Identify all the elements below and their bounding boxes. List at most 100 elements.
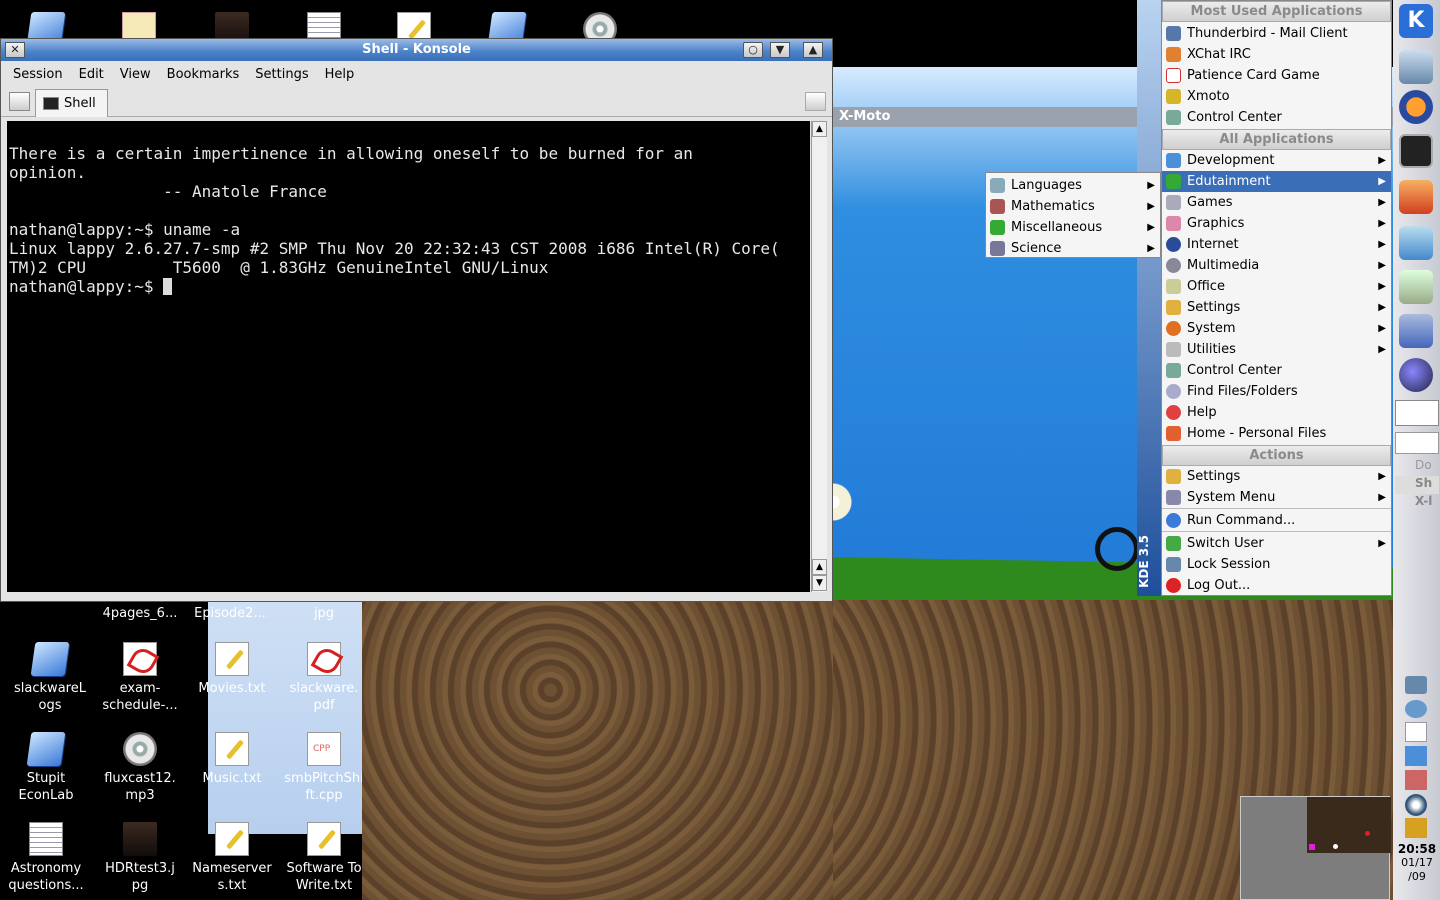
firefox-icon[interactable]: [1399, 90, 1433, 124]
menu-settings[interactable]: Settings: [247, 67, 316, 82]
pager-desktop-2[interactable]: [1395, 432, 1439, 454]
text-editor-icon[interactable]: [1399, 226, 1433, 260]
desktop-icon-4pages[interactable]: 4pages_6...: [94, 605, 186, 622]
home-icon: [1166, 426, 1181, 441]
desktop-icon-stupit-econlab[interactable]: Stupit EconLab: [0, 732, 92, 804]
terminal-scrollbar[interactable]: ▲ ▲ ▼: [811, 121, 827, 592]
konsole-window[interactable]: ✕ Shell - Konsole ○ ▼ ▲ Session Edit Vie…: [0, 38, 833, 602]
desktop-icon-nameservers[interactable]: Nameservers.txt: [186, 822, 278, 894]
pencil-icon[interactable]: [1399, 314, 1433, 348]
menu-help[interactable]: Help: [317, 67, 363, 82]
eclipse-icon[interactable]: [1399, 358, 1433, 392]
menu-item-thunderbird[interactable]: Thunderbird - Mail Client: [1162, 23, 1391, 44]
desktop-icon-slackwarelogs[interactable]: slackwareLogs: [4, 642, 96, 714]
menu-bookmarks[interactable]: Bookmarks: [159, 67, 248, 82]
konsole-titlebar[interactable]: ✕ Shell - Konsole ○ ▼ ▲: [1, 39, 832, 61]
chevron-right-icon: ▶: [1147, 243, 1155, 254]
home-icon[interactable]: [1399, 180, 1433, 214]
desktop-icon-smbpitchshift[interactable]: smbPitchShift.cpp: [278, 732, 370, 804]
taskbar-item-do[interactable]: Do: [1395, 458, 1439, 476]
menu-item-patience[interactable]: Patience Card Game: [1162, 65, 1391, 86]
menu-item-label: XChat IRC: [1187, 47, 1251, 62]
desktop-icon-jpg[interactable]: jpg: [278, 605, 370, 622]
klipper-icon[interactable]: [1405, 722, 1427, 742]
menu-item-log-out[interactable]: Log Out...: [1162, 575, 1391, 596]
menu-item-home[interactable]: Home - Personal Files: [1162, 423, 1391, 444]
menu-item-edutainment[interactable]: Edutainment ▶: [1162, 171, 1391, 192]
desktop-icon-hdrtest[interactable]: HDRtest3.jpg: [94, 822, 186, 894]
chevron-right-icon: ▶: [1147, 201, 1155, 212]
scroll-up-arrow-bottom[interactable]: ▲: [812, 559, 827, 575]
network-icon[interactable]: [1405, 746, 1427, 766]
menu-item-find-files[interactable]: Find Files/Folders: [1162, 381, 1391, 402]
desktop-icon-exam-schedule[interactable]: exam-schedule-...: [94, 642, 186, 714]
taskbar-item-sh[interactable]: Sh: [1395, 476, 1439, 494]
desktop-icon-episode2[interactable]: Episode2...: [184, 605, 276, 622]
folder-icon: [30, 642, 70, 676]
maximize-button[interactable]: ▲: [803, 42, 823, 58]
tab-shell[interactable]: Shell: [35, 89, 108, 117]
battery-icon[interactable]: [1405, 676, 1427, 694]
menu-item-internet[interactable]: Internet ▶: [1162, 234, 1391, 255]
terminal-output[interactable]: There is a certain impertinence in allow…: [7, 121, 810, 592]
volume-icon[interactable]: [1405, 700, 1427, 718]
close-session-icon[interactable]: [805, 92, 826, 111]
desktop-icon-movies[interactable]: Movies.txt: [186, 642, 278, 697]
office-icon: [1166, 279, 1181, 294]
menu-item-lock-session[interactable]: Lock Session: [1162, 554, 1391, 575]
kmenu-button-icon[interactable]: K: [1399, 4, 1433, 38]
scroll-down-arrow[interactable]: ▼: [812, 575, 827, 591]
menu-item-utilities[interactable]: Utilities ▶: [1162, 339, 1391, 360]
sticky-button[interactable]: ○: [743, 42, 763, 58]
menu-item-system-menu[interactable]: System Menu ▶: [1162, 487, 1391, 508]
xmoto-tray-icon[interactable]: [1405, 818, 1427, 838]
menu-item-help[interactable]: Help: [1162, 402, 1391, 423]
scroll-up-arrow[interactable]: ▲: [812, 121, 827, 137]
edutainment-submenu: Languages ▶ Mathematics ▶ Miscellaneous ▶ S…: [985, 172, 1161, 258]
menu-item-action-settings[interactable]: Settings ▶: [1162, 466, 1391, 487]
menu-item-control-center-top[interactable]: Control Center: [1162, 107, 1391, 128]
image-icon: [123, 822, 157, 856]
submenu-item-miscellaneous[interactable]: Miscellaneous ▶: [986, 217, 1160, 238]
close-button[interactable]: ✕: [5, 42, 25, 58]
desktop-icon-astronomy[interactable]: Astronomy questions...: [0, 822, 92, 894]
konsole-launcher-icon[interactable]: [1399, 134, 1433, 168]
xchat-icon: [1166, 47, 1181, 62]
menu-item-label: System Menu: [1187, 490, 1276, 505]
menu-item-xchat[interactable]: XChat IRC: [1162, 44, 1391, 65]
submenu-item-languages[interactable]: Languages ▶: [986, 175, 1160, 196]
menu-item-settings[interactable]: Settings ▶: [1162, 297, 1391, 318]
system-tray-icon[interactable]: [1405, 770, 1427, 790]
taskbar-item-xmoto[interactable]: X-l: [1395, 494, 1439, 512]
cursor: [163, 278, 173, 295]
menu-edit[interactable]: Edit: [71, 67, 112, 82]
minimize-button[interactable]: ▼: [770, 42, 790, 58]
menu-item-games[interactable]: Games ▶: [1162, 192, 1391, 213]
menu-item-label: Miscellaneous: [1011, 220, 1103, 235]
desktop-icon-software-to-write[interactable]: Software To Write.txt: [278, 822, 370, 894]
menu-view[interactable]: View: [112, 67, 159, 82]
desktop-icon[interactable]: [1399, 50, 1433, 84]
submenu-item-science[interactable]: Science ▶: [986, 238, 1160, 259]
menu-item-xmoto[interactable]: Xmoto: [1162, 86, 1391, 107]
menu-item-system[interactable]: System ▶: [1162, 318, 1391, 339]
pdf-file-icon: [123, 642, 157, 676]
desktop-icon-music[interactable]: Music.txt: [186, 732, 278, 787]
menu-item-switch-user[interactable]: Switch User ▶: [1162, 533, 1391, 554]
desktop-icon-fluxcast[interactable]: fluxcast12.mp3: [94, 732, 186, 804]
menu-item-graphics[interactable]: Graphics ▶: [1162, 213, 1391, 234]
menu-session[interactable]: Session: [5, 67, 71, 82]
new-session-icon[interactable]: [9, 92, 30, 111]
menu-item-run-command[interactable]: Run Command...: [1162, 510, 1391, 531]
menu-item-control-center[interactable]: Control Center: [1162, 360, 1391, 381]
desktop-icon-slackware-pdf[interactable]: slackware.pdf: [278, 642, 370, 714]
calculator-icon[interactable]: [1399, 270, 1433, 304]
submenu-item-mathematics[interactable]: Mathematics ▶: [986, 196, 1160, 217]
menu-item-development[interactable]: Development ▶: [1162, 150, 1391, 171]
updater-icon[interactable]: [1405, 794, 1427, 816]
desktop-pager-icon[interactable]: [1395, 400, 1439, 426]
clock[interactable]: 20:58 01/17 /09: [1394, 842, 1440, 884]
menu-item-multimedia[interactable]: Multimedia ▶: [1162, 255, 1391, 276]
menu-item-label: Switch User: [1187, 536, 1264, 551]
menu-item-office[interactable]: Office ▶: [1162, 276, 1391, 297]
